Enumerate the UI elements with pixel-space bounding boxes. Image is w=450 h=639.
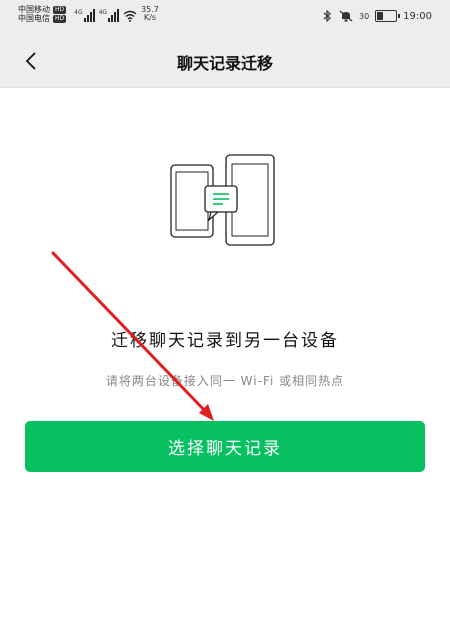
hd-badge: HD	[53, 14, 67, 23]
status-bar: 中国移动 HD 中国电信 HD 4G 4G 35.7 K/s 30 19:00	[0, 0, 450, 36]
bluetooth-icon	[323, 10, 331, 22]
signal-icon: 4G	[98, 9, 120, 22]
hd-badge: HD	[53, 5, 67, 14]
signal-icon: 4G	[74, 9, 95, 22]
signal-type-label: 4G	[98, 9, 108, 16]
battery-percent: 30	[358, 11, 370, 21]
device-transfer-illustration	[170, 154, 275, 246]
button-label: 选择聊天记录	[168, 439, 282, 459]
carrier-info: 中国移动 HD 中国电信 HD	[18, 5, 67, 23]
page-title: 聊天记录迁移	[176, 54, 273, 73]
status-right: 30 19:00	[321, 10, 432, 22]
carrier-2-label: 中国电信	[18, 14, 50, 23]
select-chat-history-button[interactable]: 选择聊天记录	[25, 421, 425, 472]
wifi-icon	[123, 10, 137, 22]
signal-type-label: 4G	[74, 9, 83, 16]
mute-bell-icon	[339, 10, 353, 22]
battery-icon	[375, 10, 401, 22]
main-heading: 迁移聊天记录到另一台设备	[111, 331, 339, 351]
network-speed: 35.7 K/s	[141, 5, 159, 22]
annotation-arrow	[51, 251, 214, 421]
signal-strength: 4G 4G 35.7 K/s	[74, 6, 159, 22]
status-left: 中国移动 HD 中国电信 HD 4G 4G 35.7 K/s	[18, 5, 159, 23]
instruction-text: 请将两台设备接入同一 Wi-Fi 或相同热点	[105, 374, 345, 388]
status-time: 19:00	[403, 10, 432, 22]
carrier-1-label: 中国移动	[18, 5, 50, 14]
top-nav-bar: 聊天记录迁移	[0, 36, 450, 88]
